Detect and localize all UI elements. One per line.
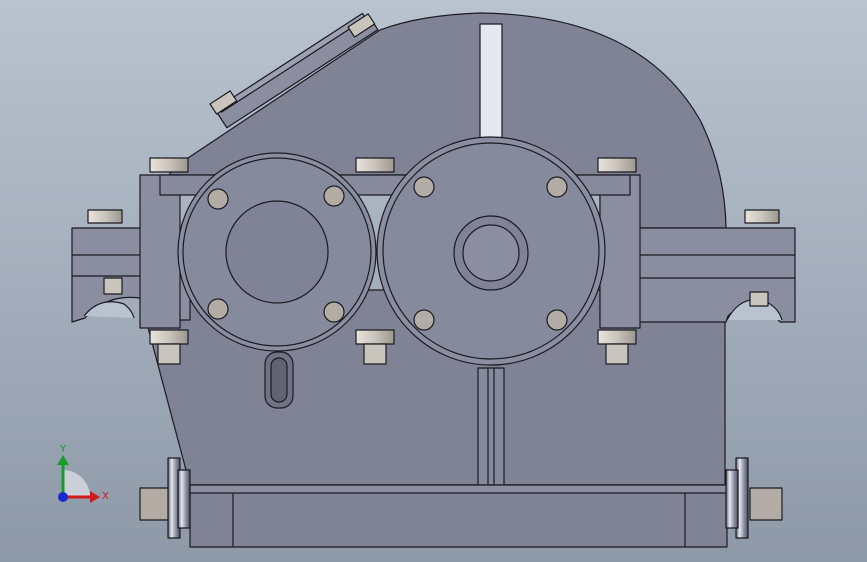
graphics-viewport[interactable]: Y X xyxy=(0,0,867,562)
triad-y-label: Y xyxy=(59,444,67,455)
lifting-rib xyxy=(479,23,503,139)
oil-sight-slot-inner xyxy=(270,357,288,403)
split-block-right xyxy=(599,174,641,329)
left-bearing-cap-inner xyxy=(225,200,329,304)
base-plate-top xyxy=(189,484,728,494)
triad-x-label: X xyxy=(102,491,109,502)
base-plate xyxy=(189,484,728,548)
right-shaft-bore-inner xyxy=(462,224,520,282)
lower-rib xyxy=(477,367,505,489)
triad-z-axis xyxy=(58,492,68,502)
split-block-left xyxy=(139,174,181,329)
